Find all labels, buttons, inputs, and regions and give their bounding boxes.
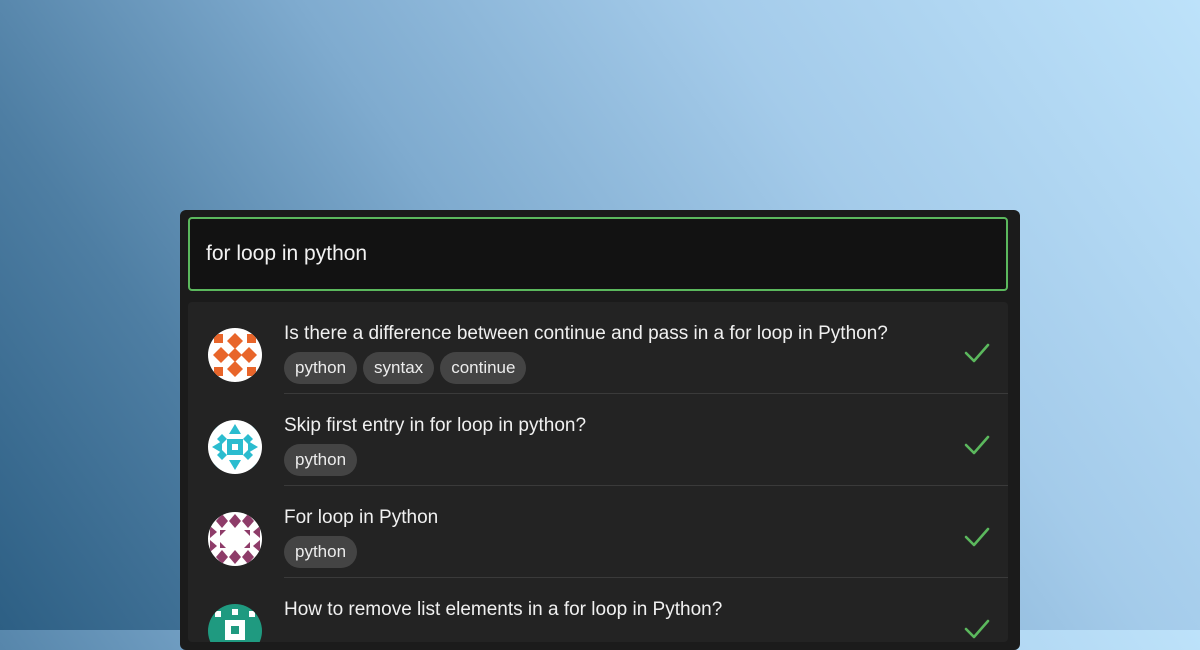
results-list: Is there a difference between continue a… <box>188 302 1008 642</box>
tag[interactable]: python <box>284 536 358 568</box>
question-title[interactable]: Is there a difference between continue a… <box>284 323 888 345</box>
list-item[interactable]: Is there a difference between continue a… <box>188 302 1008 394</box>
check-icon <box>964 343 990 363</box>
check-icon <box>964 527 990 547</box>
tag[interactable]: continue <box>440 352 527 384</box>
search-panel: Is there a difference between continue a… <box>180 210 1020 650</box>
search-box[interactable] <box>188 217 1008 291</box>
list-item[interactable]: Skip first entry in for loop in python? … <box>188 394 1008 486</box>
tag[interactable]: syntax <box>363 352 435 384</box>
question-title[interactable]: For loop in Python <box>284 507 438 529</box>
search-input[interactable] <box>190 219 1006 289</box>
tag[interactable]: python <box>284 352 358 384</box>
tag-list: python <box>284 536 358 568</box>
avatar-identicon <box>208 604 262 642</box>
question-title[interactable]: How to remove list elements in a for loo… <box>284 599 722 621</box>
tag-list: python <box>284 444 358 476</box>
avatar-identicon <box>208 328 262 382</box>
avatar-identicon <box>208 512 262 566</box>
avatar-identicon <box>208 420 262 474</box>
list-item[interactable]: How to remove list elements in a for loo… <box>188 578 1008 642</box>
list-item[interactable]: For loop in Python python <box>188 486 1008 578</box>
check-icon <box>964 619 990 639</box>
tag[interactable]: python <box>284 444 358 476</box>
check-icon <box>964 435 990 455</box>
tag-list: python syntax continue <box>284 352 527 384</box>
question-title[interactable]: Skip first entry in for loop in python? <box>284 415 586 437</box>
